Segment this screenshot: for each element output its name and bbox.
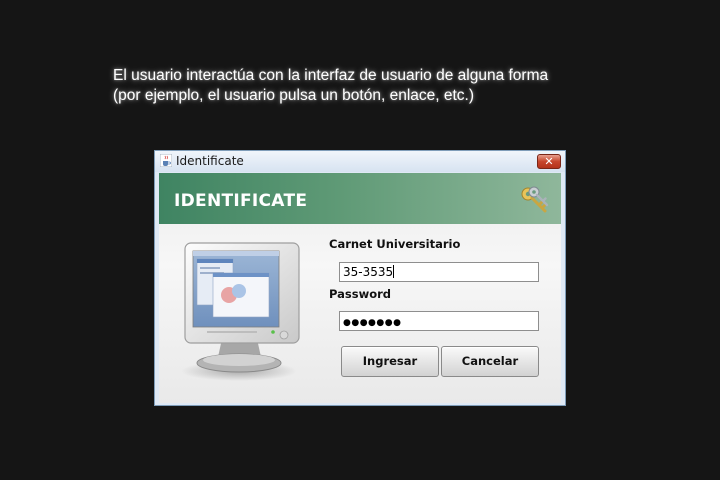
close-button[interactable]: ✕	[537, 154, 561, 169]
window-titlebar[interactable]: Identificate ✕	[155, 151, 565, 172]
close-icon: ✕	[544, 155, 554, 168]
password-input[interactable]: ●●●●●●●	[339, 311, 539, 331]
password-label: Password	[329, 287, 391, 301]
window-content: IDENTIFICATE Carnet Universitario 35-353…	[159, 173, 561, 403]
java-cup-icon	[160, 154, 172, 167]
login-window: Identificate ✕ IDENTIFICATE Carnet Unive…	[154, 150, 566, 406]
ingresar-button[interactable]: Ingresar	[341, 346, 439, 377]
caption-text: El usuario interactúa con la interfaz de…	[113, 66, 593, 106]
banner-title: IDENTIFICATE	[174, 191, 308, 211]
caption-line-1: El usuario interactúa con la interfaz de…	[113, 67, 549, 84]
caption-line-2: (por ejemplo, el usuario pulsa un botón,…	[113, 87, 475, 104]
header-banner: IDENTIFICATE	[159, 173, 561, 224]
computer-monitor-icon	[181, 242, 300, 381]
carnet-label: Carnet Universitario	[329, 237, 461, 251]
cancelar-button[interactable]: Cancelar	[441, 346, 539, 377]
keys-icon	[521, 186, 549, 213]
text-caret	[393, 265, 395, 278]
carnet-input[interactable]: 35-3535	[339, 262, 539, 282]
carnet-value: 35-3535	[343, 265, 394, 279]
window-title: Identificate	[176, 154, 244, 168]
password-mask: ●●●●●●●	[343, 318, 402, 328]
